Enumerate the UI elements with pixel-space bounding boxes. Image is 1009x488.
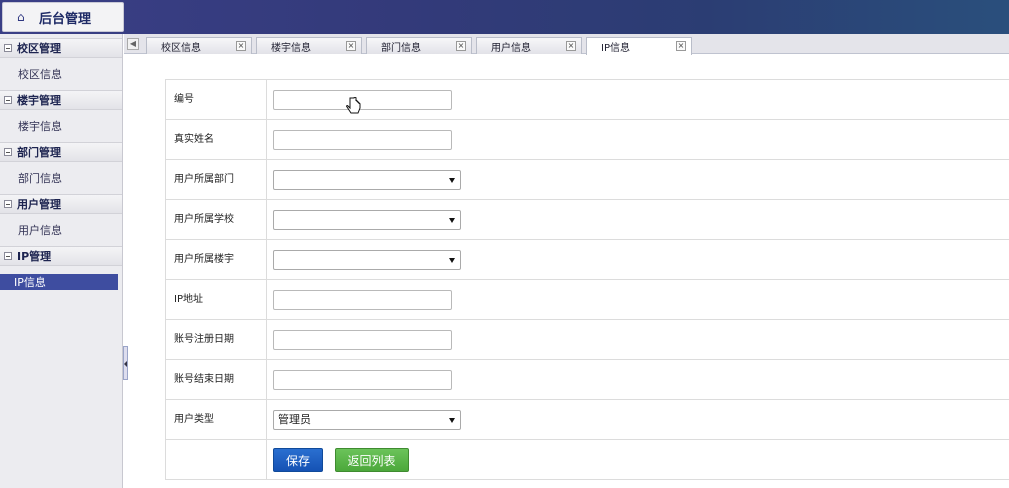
form-row-register-date: 账号注册日期 (165, 319, 1009, 360)
realname-input[interactable] (273, 129, 452, 150)
collapse-icon (4, 44, 12, 52)
field-label-department: 用户所属部门 (165, 159, 267, 200)
save-button[interactable]: 保存 (273, 447, 324, 472)
collapse-icon (4, 200, 12, 208)
sidebar-group-campus[interactable]: 校区管理 (0, 38, 122, 58)
tab-user-info[interactable]: 用户信息 × (476, 37, 582, 54)
field-label-user-type: 用户类型 (165, 399, 267, 440)
close-icon[interactable]: × (566, 41, 576, 51)
end-date-input[interactable] (273, 369, 452, 390)
ip-address-input[interactable] (273, 289, 452, 310)
field-label-end-date: 账号结束日期 (165, 359, 267, 400)
ip-form: 编号 真实姓名 用户所属部门 用户所属学校 用户所属楼宇 IP地址 账号注册日期 (165, 79, 1009, 480)
form-row-end-date: 账号结束日期 (165, 359, 1009, 400)
sidebar-group-department[interactable]: 部门管理 (0, 142, 122, 162)
school-select[interactable] (273, 209, 461, 230)
collapse-icon (4, 96, 12, 104)
register-date-input[interactable] (273, 329, 452, 350)
sidebar-item-user-info[interactable]: 用户信息 (0, 214, 122, 246)
main-panel: 编号 真实姓名 用户所属部门 用户所属学校 用户所属楼宇 IP地址 账号注册日期 (128, 55, 1009, 488)
app-brand: ⌂ 后台管理 (2, 2, 124, 32)
field-label-building: 用户所属楼宇 (165, 239, 267, 280)
form-row-school: 用户所属学校 (165, 199, 1009, 240)
field-label-ip: IP地址 (165, 279, 267, 320)
field-label-realname: 真实姓名 (165, 119, 267, 160)
form-row-user-type: 用户类型 管理员 (165, 399, 1009, 440)
field-label-register-date: 账号注册日期 (165, 319, 267, 360)
department-select[interactable] (273, 169, 461, 190)
form-row-actions: 保存 返回列表 (165, 439, 1009, 480)
field-label-school: 用户所属学校 (165, 199, 267, 240)
tab-building-info[interactable]: 楼宇信息 × (256, 37, 362, 54)
form-row-id: 编号 (165, 79, 1009, 120)
close-icon[interactable]: × (676, 41, 686, 51)
dropdown-arrow-icon (449, 177, 455, 183)
top-banner (0, 0, 1009, 34)
sidebar-item-campus-info[interactable]: 校区信息 (0, 58, 122, 90)
tab-scroll-left-icon[interactable]: ◀ (127, 38, 139, 50)
close-icon[interactable]: × (236, 41, 246, 51)
tab-bar: ◀ 校区信息 × 楼宇信息 × 部门信息 × 用户信息 × IP信息 × (124, 34, 1009, 55)
building-select[interactable] (273, 249, 461, 270)
tab-campus-info[interactable]: 校区信息 × (146, 37, 252, 54)
sidebar-item-ip-info[interactable]: IP信息 (0, 274, 118, 290)
form-row-department: 用户所属部门 (165, 159, 1009, 200)
home-icon: ⌂ (17, 10, 25, 24)
dropdown-arrow-icon (449, 217, 455, 223)
tab-department-info[interactable]: 部门信息 × (366, 37, 472, 54)
dropdown-arrow-icon (449, 417, 455, 423)
id-input[interactable] (273, 89, 452, 110)
field-label-id: 编号 (165, 79, 267, 120)
close-icon[interactable]: × (456, 41, 466, 51)
collapse-icon (4, 148, 12, 156)
form-row-building: 用户所属楼宇 (165, 239, 1009, 280)
user-type-select[interactable]: 管理员 (273, 409, 461, 430)
sidebar-group-ip[interactable]: IP管理 (0, 246, 122, 266)
form-row-realname: 真实姓名 (165, 119, 1009, 160)
back-to-list-button[interactable]: 返回列表 (334, 447, 409, 472)
sidebar-item-department-info[interactable]: 部门信息 (0, 162, 122, 194)
form-row-ip: IP地址 (165, 279, 1009, 320)
collapse-icon (4, 252, 12, 260)
sidebar-group-user[interactable]: 用户管理 (0, 194, 122, 214)
sidebar-item-building-info[interactable]: 楼宇信息 (0, 110, 122, 142)
dropdown-arrow-icon (449, 257, 455, 263)
tab-ip-info[interactable]: IP信息 × (586, 37, 692, 55)
close-icon[interactable]: × (346, 41, 356, 51)
sidebar-group-building[interactable]: 楼宇管理 (0, 90, 122, 110)
sidebar: 校区管理 校区信息 楼宇管理 楼宇信息 部门管理 部门信息 用户管理 用户信息 … (0, 34, 123, 488)
hand-cursor-icon (346, 97, 361, 114)
app-title: 后台管理 (39, 11, 92, 27)
